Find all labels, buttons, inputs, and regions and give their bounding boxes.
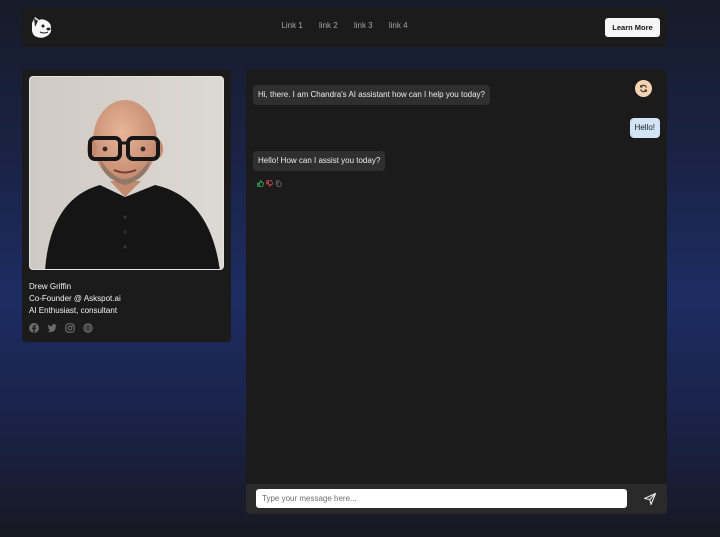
- message-composer: [246, 484, 667, 514]
- chat-message-bot: Hi, there. I am Chandra's AI assistant h…: [253, 85, 490, 105]
- chat-message-bot: Hello! How can I assist you today?: [253, 151, 386, 171]
- chat-panel: Hi, there. I am Chandra's AI assistant h…: [246, 69, 667, 514]
- thumbs-up-icon[interactable]: [257, 180, 264, 187]
- profile-tagline: AI Enthusiast, consultant: [29, 306, 118, 315]
- nav-link-3[interactable]: link 3: [354, 21, 373, 30]
- globe-icon[interactable]: [83, 323, 93, 333]
- profile-info: Drew Griffin Co-Founder @ Askspot.ai AI …: [29, 281, 121, 317]
- send-icon[interactable]: [643, 492, 657, 506]
- refresh-chat-button[interactable]: [635, 80, 652, 97]
- profile-card: Drew Griffin Co-Founder @ Askspot.ai AI …: [22, 69, 231, 342]
- learn-more-button[interactable]: Learn More: [605, 18, 660, 37]
- copy-icon[interactable]: [275, 180, 282, 187]
- refresh-icon: [639, 84, 648, 93]
- facebook-icon[interactable]: [29, 323, 39, 333]
- message-input[interactable]: [256, 489, 627, 508]
- message-feedback: [257, 180, 282, 187]
- twitter-icon[interactable]: [47, 323, 57, 333]
- chat-message-user: Hello!: [629, 118, 660, 138]
- nav-links: Link 1 link 2 link 3 link 4: [22, 21, 667, 30]
- instagram-icon[interactable]: [65, 323, 75, 333]
- social-links: [29, 323, 93, 333]
- nav-link-4[interactable]: link 4: [389, 21, 408, 30]
- profile-photo-illustration: [30, 77, 223, 269]
- thumbs-down-icon[interactable]: [266, 180, 273, 187]
- profile-photo: [29, 76, 224, 270]
- profile-role: Co-Founder @ Askspot.ai: [29, 294, 121, 303]
- top-navbar: Link 1 link 2 link 3 link 4 Learn More: [22, 8, 667, 47]
- nav-link-2[interactable]: link 2: [319, 21, 338, 30]
- nav-link-1[interactable]: Link 1: [281, 21, 302, 30]
- profile-name: Drew Griffin: [29, 282, 72, 291]
